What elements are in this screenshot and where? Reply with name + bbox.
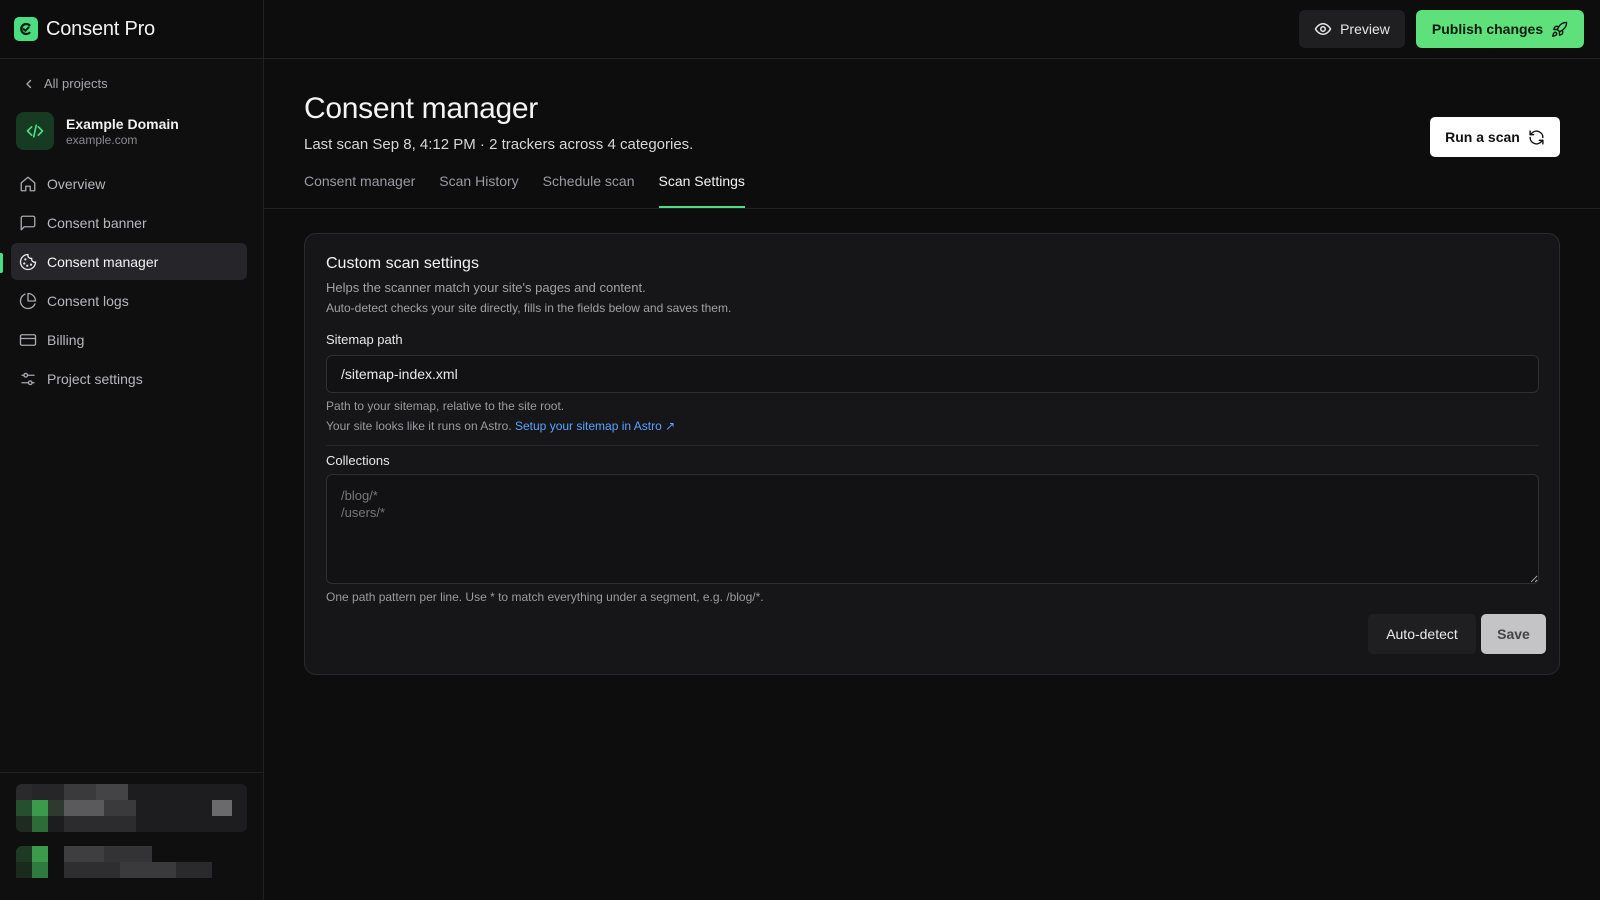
sidebar-item-label: Consent manager	[47, 253, 159, 270]
credit-card-icon	[19, 331, 37, 349]
message-square-icon	[19, 214, 37, 232]
collections-help-text: One path pattern per line. Use * to matc…	[326, 590, 764, 604]
active-nav-indicator	[0, 253, 3, 273]
app-name: Consent Pro	[46, 17, 155, 40]
tab-scan-settings[interactable]: Scan Settings	[658, 170, 746, 208]
page-title: Consent manager	[304, 92, 538, 125]
sidebar-bottom-divider	[0, 772, 263, 773]
project-switcher[interactable]: Example Domain example.com	[16, 112, 179, 150]
project-domain: example.com	[66, 132, 138, 147]
run-scan-button[interactable]: Run a scan	[1430, 117, 1560, 157]
sitemap-astro-hint: Your site looks like it runs on Astro. S…	[326, 419, 675, 433]
rocket-icon	[1551, 21, 1568, 38]
eye-icon	[1314, 20, 1332, 38]
sliders-icon	[19, 370, 37, 388]
code-icon	[16, 112, 54, 150]
auto-detect-button[interactable]: Auto-detect	[1368, 614, 1476, 654]
sidebar-item-label: Project settings	[47, 370, 143, 387]
tabs-divider	[264, 208, 1600, 209]
preview-button[interactable]: Preview	[1299, 10, 1405, 48]
sidebar-item-project-settings[interactable]: Project settings	[11, 360, 247, 397]
sidebar: All projects Example Domain example.com …	[0, 59, 264, 900]
chevron-left-icon	[24, 79, 34, 89]
sidebar-item-consent-banner[interactable]: Consent banner	[11, 204, 247, 241]
collections-textarea[interactable]	[326, 474, 1539, 584]
publish-changes-button[interactable]: Publish changes	[1416, 10, 1584, 48]
custom-scan-settings-card: Custom scan settings Helps the scanner m…	[304, 233, 1560, 675]
sidebar-item-consent-logs[interactable]: Consent logs	[11, 282, 247, 319]
account-card-redacted-2[interactable]	[16, 846, 247, 886]
consent-pro-logo-icon	[14, 17, 38, 41]
sidebar-item-label: Consent banner	[47, 214, 147, 231]
collections-label: Collections	[326, 453, 390, 468]
astro-hint-text: Your site looks like it runs on Astro.	[326, 419, 512, 433]
tab-consent-manager[interactable]: Consent manager	[304, 170, 415, 208]
setup-sitemap-astro-link[interactable]: Setup your sitemap in Astro ↗	[515, 419, 675, 433]
sitemap-help-text: Path to your sitemap, relative to the si…	[326, 399, 565, 413]
home-icon	[19, 175, 37, 193]
sitemap-path-input[interactable]	[326, 355, 1539, 393]
cookie-icon	[19, 253, 37, 271]
pie-chart-icon	[19, 292, 37, 310]
card-title: Custom scan settings	[326, 255, 479, 272]
brand[interactable]: Consent Pro	[14, 16, 155, 42]
tab-scan-history[interactable]: Scan History	[439, 170, 518, 208]
main-content: Consent manager Last scan Sep 8, 4:12 PM…	[264, 59, 1600, 900]
refresh-icon	[1528, 129, 1545, 146]
last-scan-summary: Last scan Sep 8, 4:12 PM · 2 trackers ac…	[304, 136, 694, 153]
card-description: Helps the scanner match your site's page…	[326, 280, 646, 295]
section-divider	[326, 445, 1539, 446]
account-card-redacted[interactable]	[16, 784, 247, 832]
project-name: Example Domain	[66, 115, 179, 132]
sidebar-item-label: Overview	[47, 175, 106, 192]
sidebar-item-overview[interactable]: Overview	[11, 165, 247, 202]
preview-label: Preview	[1340, 21, 1390, 37]
sidebar-item-label: Billing	[47, 331, 85, 348]
tab-schedule-scan[interactable]: Schedule scan	[543, 170, 635, 208]
all-projects-label: All projects	[44, 76, 108, 91]
all-projects-link[interactable]: All projects	[24, 76, 108, 91]
top-bar: Consent Pro Preview Publish changes	[0, 0, 1600, 59]
sitemap-path-label: Sitemap path	[326, 332, 403, 347]
card-description-secondary: Auto-detect checks your site directly, f…	[326, 301, 732, 315]
publish-label: Publish changes	[1431, 21, 1544, 37]
save-button[interactable]: Save	[1481, 614, 1546, 654]
run-scan-label: Run a scan	[1445, 129, 1520, 145]
sidebar-divider	[263, 0, 264, 59]
sidebar-item-billing[interactable]: Billing	[11, 321, 247, 358]
tabs: Consent manager Scan History Schedule sc…	[304, 170, 746, 208]
sidebar-item-consent-manager[interactable]: Consent manager	[11, 243, 247, 280]
sidebar-item-label: Consent logs	[47, 292, 129, 309]
sidebar-nav: Overview Consent banner Consent manager …	[11, 165, 247, 399]
